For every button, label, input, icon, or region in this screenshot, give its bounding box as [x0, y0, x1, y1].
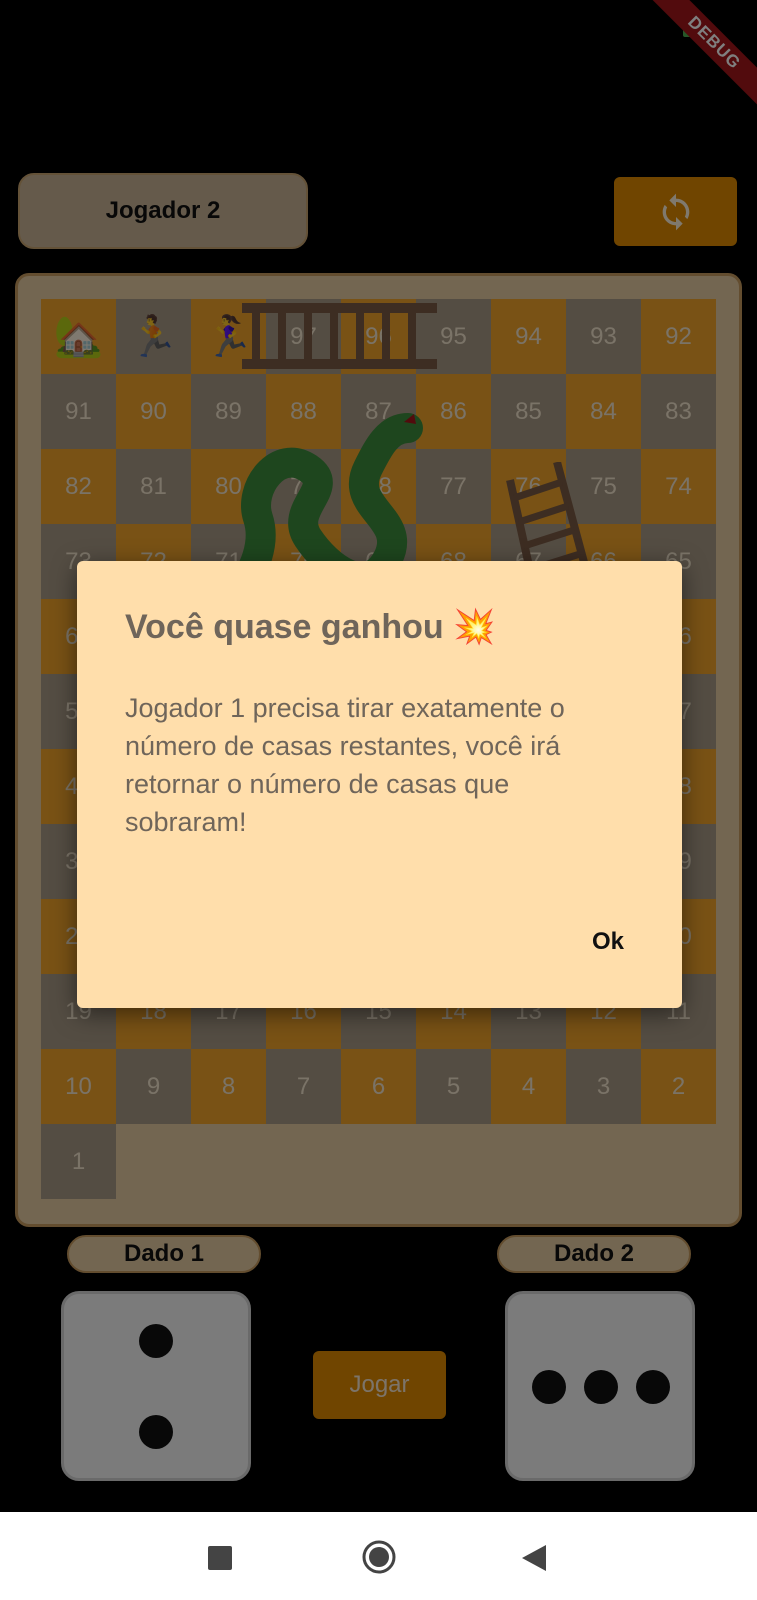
- ok-button[interactable]: Ok: [592, 928, 624, 956]
- square-icon[interactable]: [208, 1546, 232, 1570]
- dialog-title: Você quase ganhou 💥: [125, 608, 496, 646]
- dialog-message: Jogador 1 precisa tirar exatamente o núm…: [125, 693, 565, 837]
- back-triangle-icon[interactable]: [522, 1545, 546, 1571]
- circle-icon[interactable]: [362, 1540, 396, 1574]
- alert-dialog: Você quase ganhou 💥 Jogador 1 precisa ti…: [77, 561, 682, 1008]
